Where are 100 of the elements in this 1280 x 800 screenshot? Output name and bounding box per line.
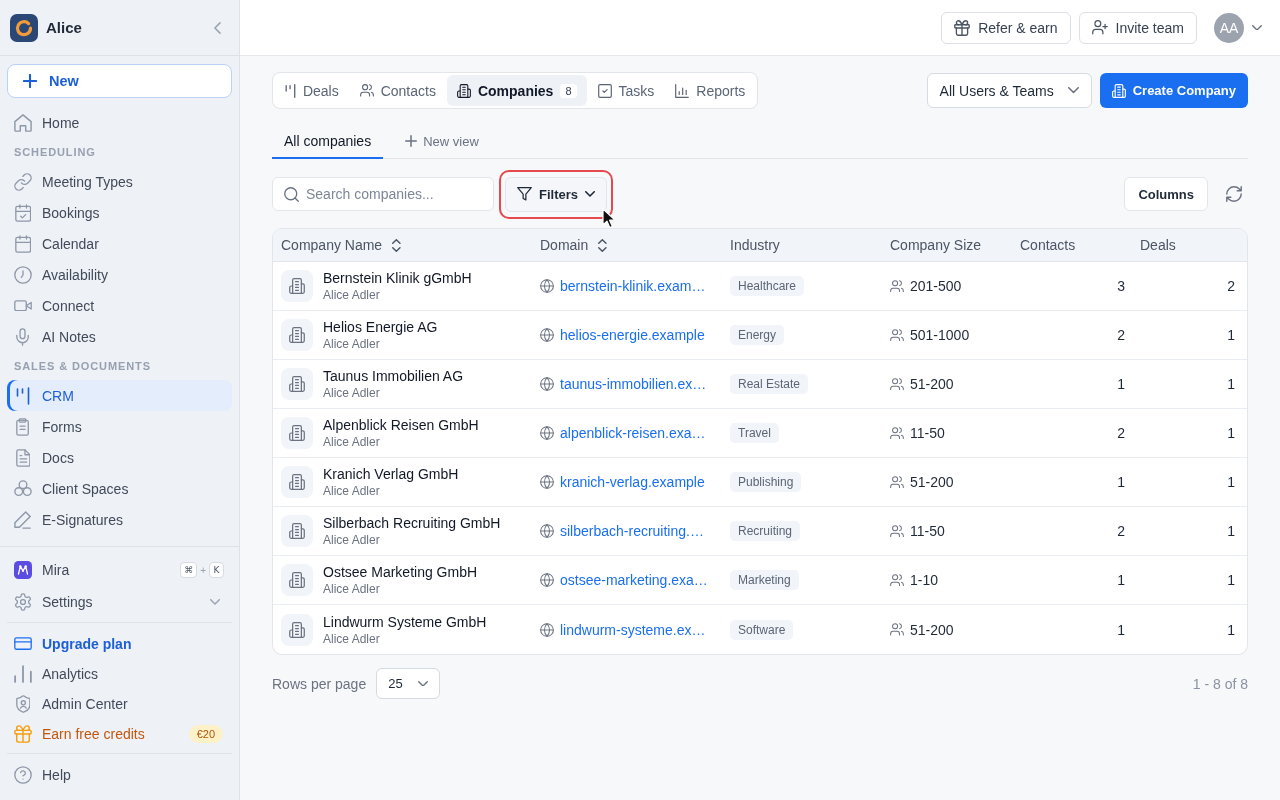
- sidebar-link[interactable]: Help: [7, 760, 77, 790]
- deals-count: 1: [1227, 523, 1235, 539]
- domain-link[interactable]: kranich-verlag.example: [560, 474, 705, 490]
- nav-item[interactable]: Client Spaces: [7, 473, 232, 504]
- nav-item[interactable]: Connect: [7, 290, 232, 321]
- contacts-count: 3: [1117, 278, 1125, 294]
- refresh-icon: [1226, 186, 1242, 202]
- company-size: 51-200: [910, 376, 954, 392]
- deals-count: 1: [1227, 621, 1235, 638]
- shortcut-key: K: [209, 562, 224, 578]
- nav-item[interactable]: Home: [7, 107, 232, 138]
- company-name[interactable]: Alpenblick Reisen GmbH: [323, 417, 479, 433]
- filters-button[interactable]: Filters: [505, 176, 607, 212]
- building-icon: [456, 83, 471, 98]
- company-name[interactable]: Helios Energie AG: [323, 319, 438, 335]
- company-name[interactable]: Silberbach Recruiting GmbH: [323, 515, 501, 531]
- nav-item[interactable]: Calendar: [7, 228, 232, 259]
- domain-link[interactable]: silberbach-recruiting.…: [560, 523, 704, 539]
- nav-item[interactable]: CRM: [7, 380, 232, 411]
- nav-item[interactable]: Bookings: [7, 197, 232, 228]
- columns-button[interactable]: Columns: [1124, 177, 1208, 211]
- user-plus-icon: [1091, 20, 1108, 35]
- building-icon: [281, 368, 313, 400]
- page-size-select[interactable]: 25: [376, 668, 441, 699]
- module-tab[interactable]: Deals: [275, 75, 349, 106]
- nav-item[interactable]: Meeting Types: [7, 166, 232, 197]
- rows-per-page-label: Rows per page: [272, 675, 367, 692]
- shield-user-icon: [15, 695, 31, 713]
- company-size: 201-500: [910, 278, 962, 294]
- assistant-item[interactable]: Mira: [7, 554, 76, 586]
- search-field[interactable]: Search companies...: [272, 177, 494, 211]
- building-icon: [281, 466, 313, 498]
- clock-icon: [14, 265, 32, 284]
- new-view-button[interactable]: New view: [393, 124, 491, 158]
- company-size: 501-1000: [910, 327, 970, 343]
- company-name[interactable]: Bernstein Klinik gGmbH: [323, 270, 472, 286]
- company-owner: Alice Adler: [323, 288, 381, 302]
- domain-link[interactable]: lindwurm-systeme.ex…: [560, 621, 706, 638]
- owner-filter-select[interactable]: All Users & Teams: [926, 73, 1092, 108]
- nav-item[interactable]: Docs: [7, 442, 232, 473]
- building-icon: [281, 515, 313, 547]
- users-icon: [890, 426, 904, 440]
- module-tab[interactable]: Tasks: [587, 75, 665, 106]
- shortcut-key: ⌘: [180, 562, 198, 578]
- invite-button[interactable]: Invite team: [1078, 11, 1197, 44]
- domain-link[interactable]: helios-energie.example: [560, 327, 705, 343]
- nav-item[interactable]: AI Notes: [7, 321, 232, 352]
- module-tab[interactable]: Contacts: [349, 75, 446, 106]
- sidebar-link[interactable]: Admin Center: [7, 689, 134, 719]
- workspace-name[interactable]: Alice: [46, 19, 207, 36]
- domain-link[interactable]: ostsee-marketing.exa…: [560, 572, 708, 588]
- nav-item[interactable]: E-Signatures: [7, 504, 232, 535]
- building-icon: [1111, 83, 1126, 98]
- column-header[interactable]: Company Name: [273, 229, 532, 261]
- building-icon: [281, 564, 313, 596]
- company-name[interactable]: Lindwurm Systeme GmbH: [323, 613, 487, 630]
- settings-item[interactable]: Settings: [7, 586, 232, 618]
- contacts-count: 2: [1117, 523, 1125, 539]
- domain-link[interactable]: taunus-immobilien.ex…: [560, 376, 707, 392]
- industry-tag: Recruiting: [730, 521, 801, 541]
- industry-tag: Marketing: [730, 570, 799, 590]
- bars-icon: [16, 386, 30, 405]
- domain-link[interactable]: bernstein-klinik.exam…: [560, 278, 706, 294]
- sidebar-link[interactable]: Earn free credits: [7, 719, 151, 749]
- users-icon: [890, 623, 904, 636]
- company-size: 51-200: [910, 621, 954, 638]
- company-size: 11-50: [910, 425, 945, 441]
- contacts-count: 1: [1117, 376, 1125, 392]
- industry-tag: Publishing: [730, 472, 802, 492]
- checkbox-icon: [597, 83, 612, 98]
- gear-icon: [14, 593, 32, 611]
- users-icon: [359, 84, 374, 97]
- module-tab[interactable]: Reports: [665, 75, 756, 106]
- new-button[interactable]: New: [7, 64, 232, 98]
- industry-tag: Healthcare: [730, 276, 805, 296]
- sort-icon: [598, 238, 607, 252]
- company-owner: Alice Adler: [323, 337, 381, 351]
- company-name[interactable]: Taunus Immobilien AG: [323, 368, 464, 384]
- home-icon: [14, 113, 32, 132]
- refer-button[interactable]: Refer & earn: [941, 11, 1071, 44]
- company-owner: Alice Adler: [323, 631, 381, 646]
- module-tab[interactable]: Companies 8: [446, 75, 587, 106]
- company-name[interactable]: Kranich Verlag GmbH: [323, 466, 459, 482]
- create-company-button[interactable]: Create Company: [1099, 73, 1248, 108]
- chevron-down-icon: [1252, 24, 1262, 31]
- column-header[interactable]: Domain: [532, 229, 722, 261]
- sidebar-link[interactable]: Upgrade plan: [7, 629, 138, 659]
- column-header: Contacts: [1019, 236, 1077, 255]
- company-size: 11-50: [910, 523, 945, 539]
- company-owner: Alice Adler: [323, 484, 381, 498]
- view-tab[interactable]: All companies: [272, 124, 384, 159]
- nav-item[interactable]: Availability: [7, 259, 232, 290]
- section-heading: SALES & DOCUMENTS: [13, 359, 152, 374]
- plus-icon: [23, 74, 37, 88]
- company-size: 51-200: [910, 474, 954, 490]
- users-icon: [890, 377, 904, 391]
- company-name[interactable]: Ostsee Marketing GmbH: [323, 564, 478, 580]
- domain-link[interactable]: alpenblick-reisen.exa…: [560, 425, 706, 441]
- sidebar-link[interactable]: Analytics: [7, 659, 105, 689]
- nav-item[interactable]: Forms: [7, 411, 232, 442]
